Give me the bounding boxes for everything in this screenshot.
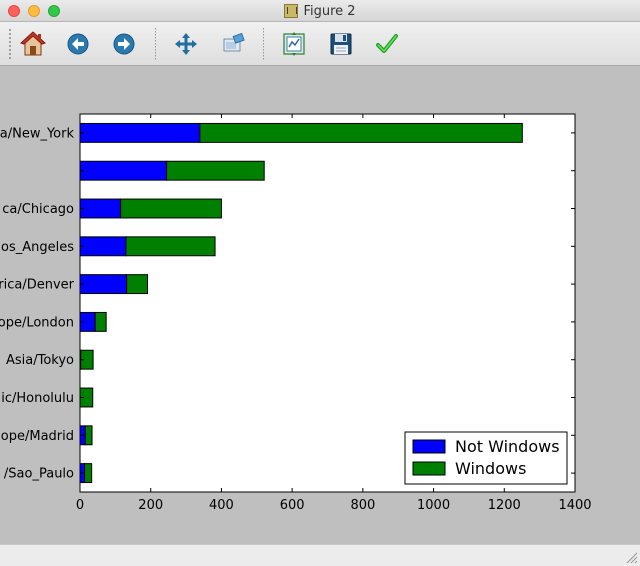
bar-not-windows: [79, 160, 168, 181]
zoom-rect-icon: [223, 32, 245, 52]
save-button[interactable]: [326, 29, 356, 59]
checkmark-icon: [376, 34, 398, 53]
toolbar-grip[interactable]: [9, 28, 11, 60]
bar-not-windows: [79, 274, 128, 295]
home-icon: [20, 31, 46, 56]
y-tick-label: rica/Denver: [0, 278, 75, 293]
bar-windows: [199, 122, 523, 143]
back-button[interactable]: [63, 29, 93, 59]
x-tick-label: 0: [76, 498, 84, 513]
window-titlebar: Figure 2: [0, 0, 640, 22]
y-tick-label: ca/Chicago: [2, 202, 74, 217]
x-tick-label: 200: [138, 498, 163, 513]
status-bar: [0, 544, 640, 566]
y-tick-label: os_Angeles: [1, 240, 74, 255]
forward-button[interactable]: [109, 29, 139, 59]
y-tick-label: /Sao_Paulo: [4, 467, 74, 482]
navigation-toolbar: [0, 22, 640, 66]
window-title: Figure 2: [303, 3, 356, 19]
bar-not-windows: [79, 122, 201, 143]
x-tick-label: 1200: [488, 498, 521, 513]
y-tick-label: ic/Honolulu: [1, 391, 74, 406]
move-arrows-icon: [175, 33, 197, 55]
legend-label-not-windows: Not Windows: [455, 437, 560, 456]
resize-grip-icon[interactable]: [624, 550, 638, 564]
edit-axis-button[interactable]: [372, 29, 402, 59]
home-button[interactable]: [18, 29, 48, 59]
y-tick-label: ope/London: [0, 315, 74, 330]
toolbar-separator: [263, 28, 264, 60]
subplots-button[interactable]: [279, 29, 309, 59]
y-tick-label: Asia/Tokyo: [6, 353, 74, 368]
bar-windows: [126, 274, 149, 295]
toolbar-separator: [155, 28, 156, 60]
subplots-icon: [283, 32, 305, 56]
bar-windows: [120, 198, 222, 219]
bar-windows: [166, 160, 265, 181]
y-tick-label: a/New_York: [0, 126, 74, 141]
floppy-disk-icon: [330, 33, 352, 55]
bar-windows: [94, 311, 107, 332]
bar-windows: [84, 463, 93, 484]
bar-windows: [125, 236, 216, 257]
forward-arrow-icon: [113, 33, 135, 55]
pan-button[interactable]: [171, 29, 201, 59]
x-tick-label: 1400: [558, 498, 591, 513]
legend-swatch-windows: [412, 461, 446, 476]
x-tick-label: 800: [350, 498, 375, 513]
zoom-button[interactable]: [218, 29, 248, 59]
window-title-group: Figure 2: [0, 0, 640, 22]
bar-not-windows: [79, 198, 122, 219]
x-tick-label: 600: [280, 498, 305, 513]
x-tick-label: 400: [209, 498, 234, 513]
bar-windows: [84, 425, 93, 446]
stacked-barh-chart: a/New_York ca/Chicago os_Angeles rica/Denve…: [0, 113, 592, 513]
bar-not-windows: [79, 236, 127, 257]
figure-canvas[interactable]: a/New_York ca/Chicago os_Angeles rica/Denve…: [0, 66, 640, 544]
x-tick-label: 1000: [417, 498, 450, 513]
legend-swatch-not-windows: [412, 439, 446, 454]
y-tick-label: ope/Madrid: [1, 429, 74, 444]
matplotlib-app-icon: [284, 4, 299, 18]
back-arrow-icon: [67, 33, 89, 55]
legend-label-windows: Windows: [455, 459, 526, 478]
